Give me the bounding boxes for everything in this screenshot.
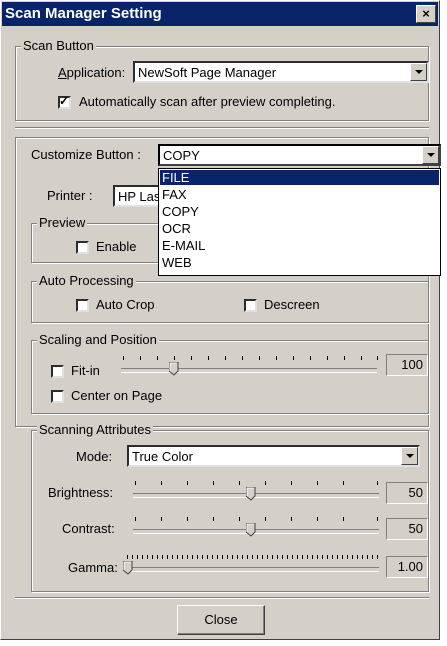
preview-enable-checkbox[interactable] (76, 241, 89, 254)
dropdown-option-ocr[interactable]: OCR (160, 221, 439, 236)
checkmark-icon: ✓ (59, 94, 70, 108)
chevron-down-icon[interactable] (401, 447, 418, 465)
window-title: Scan Manager Setting (5, 5, 162, 22)
dropdown-option-file[interactable]: FILE (160, 170, 439, 185)
brightness-slider[interactable] (131, 479, 381, 503)
close-button[interactable]: Close (177, 605, 265, 635)
title-bar[interactable]: Scan Manager Setting × (2, 2, 438, 26)
fit-in-label: Fit-in (71, 363, 100, 378)
scanning-attributes-legend: Scanning Attributes (37, 422, 154, 437)
scaling-legend: Scaling and Position (37, 332, 159, 347)
center-on-page-checkbox[interactable] (51, 390, 64, 403)
customize-select[interactable]: COPY (158, 144, 441, 166)
application-value: NewSoft Page Manager (138, 65, 277, 80)
auto-crop-label: Auto Crop (96, 297, 155, 312)
dropdown-option-email[interactable]: E-MAIL (160, 238, 439, 253)
dropdown-option-copy[interactable]: COPY (160, 204, 439, 219)
slider-thumb-icon[interactable] (123, 561, 133, 575)
center-on-page-label: Center on Page (71, 388, 163, 403)
scan-button-group: Scan Button (15, 38, 429, 121)
brightness-label: Brightness: (48, 485, 114, 500)
slider-thumb-icon[interactable] (246, 523, 256, 537)
close-icon[interactable]: × (416, 5, 436, 23)
divider (15, 127, 429, 129)
gamma-slider[interactable] (123, 553, 381, 577)
customize-value: COPY (163, 148, 200, 163)
mode-select[interactable]: True Color (127, 445, 420, 467)
slider-thumb-icon[interactable] (169, 362, 179, 376)
auto-scan-label: Automatically scan after preview complet… (79, 94, 336, 109)
auto-scan-checkbox[interactable]: ✓ (58, 94, 71, 109)
divider (15, 597, 429, 599)
printer-label: Printer : (47, 188, 93, 203)
descreen-label: Descreen (264, 297, 320, 312)
customize-dropdown-list[interactable]: FILE FAX COPY OCR E-MAIL WEB (158, 168, 441, 276)
brightness-value[interactable]: 50 (386, 482, 428, 504)
printer-value: HP Las (118, 189, 161, 204)
mode-label: Mode: (76, 449, 113, 464)
preview-enable-label: Enable (96, 239, 137, 254)
chevron-down-icon[interactable] (410, 63, 427, 81)
application-label-text: pplication: (66, 65, 126, 80)
customize-label: Customize Button : (31, 147, 141, 162)
scan-button-legend: Scan Button (21, 38, 96, 53)
auto-crop-checkbox[interactable] (76, 299, 89, 312)
slider-thumb-icon[interactable] (246, 487, 256, 501)
scale-slider[interactable] (119, 354, 381, 378)
application-select[interactable]: NewSoft Page Manager (133, 61, 429, 83)
dropdown-option-web[interactable]: WEB (160, 255, 439, 270)
contrast-label: Contrast: (62, 521, 115, 536)
descreen-checkbox[interactable] (244, 299, 257, 312)
contrast-value[interactable]: 50 (386, 518, 428, 540)
scan-manager-dialog: Scan Manager Setting × Scan Button Appli… (0, 0, 441, 640)
auto-processing-group: Auto Processing (31, 273, 429, 323)
gamma-label: Gamma: (68, 560, 118, 575)
chevron-down-icon[interactable] (422, 146, 439, 164)
mode-value: True Color (132, 449, 193, 464)
fit-in-checkbox[interactable] (51, 365, 64, 378)
application-label: Application: (58, 65, 126, 80)
scale-value[interactable]: 100 (386, 354, 428, 376)
gamma-value[interactable]: 1.00 (386, 556, 428, 578)
auto-processing-legend: Auto Processing (37, 273, 136, 288)
dropdown-option-fax[interactable]: FAX (160, 187, 439, 202)
preview-legend: Preview (37, 215, 88, 230)
contrast-slider[interactable] (131, 515, 381, 539)
